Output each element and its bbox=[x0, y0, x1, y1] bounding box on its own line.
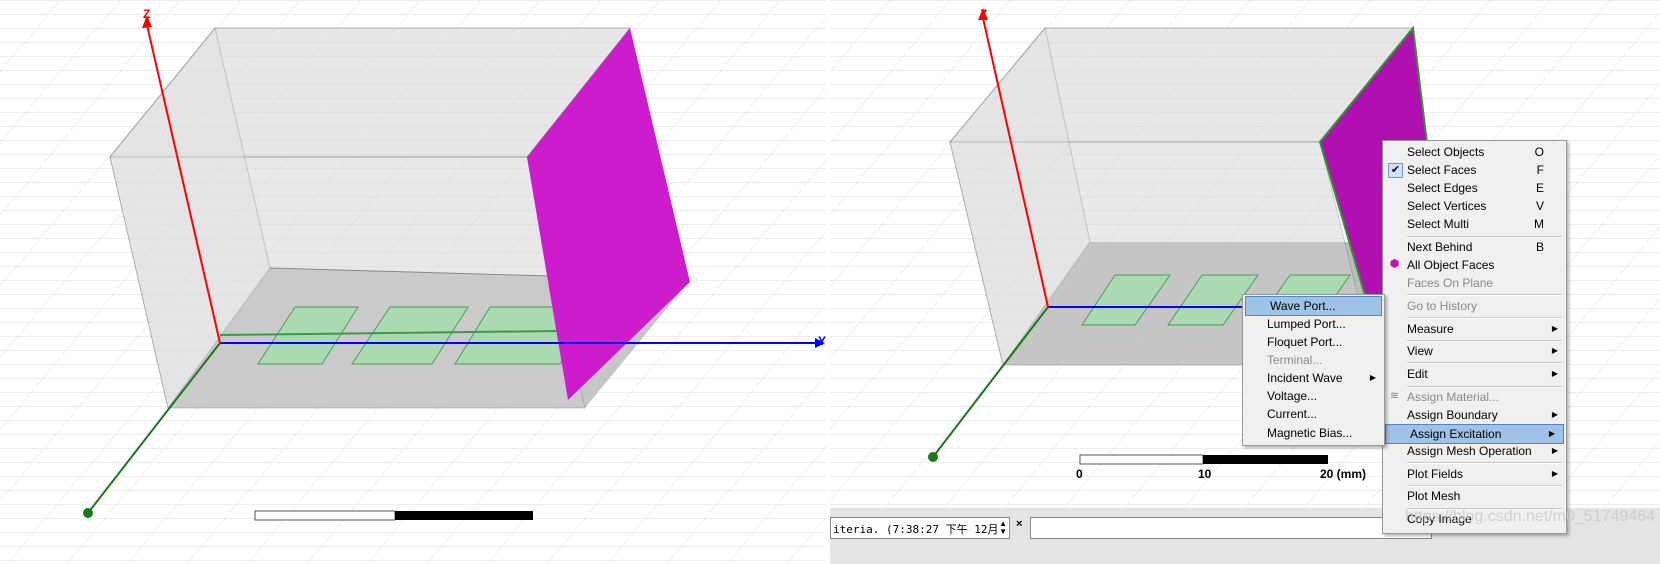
shortcut-key: O bbox=[1534, 145, 1544, 159]
submenu-arrow-icon: ▶ bbox=[1551, 446, 1558, 455]
menu-item-measure[interactable]: Measure ▶ bbox=[1383, 320, 1566, 338]
menu-item-next-behind[interactable]: Next Behind B bbox=[1383, 238, 1566, 256]
menu-item-label: Assign Material... bbox=[1407, 390, 1500, 404]
menu-item-label: Assign Excitation bbox=[1410, 427, 1502, 441]
left-3d-viewport[interactable]: Z Y bbox=[0, 0, 826, 564]
menu-item-label: All Object Faces bbox=[1407, 258, 1495, 272]
command-input[interactable] bbox=[1030, 517, 1432, 539]
menu-item-edit[interactable]: Edit ▶ bbox=[1383, 365, 1566, 383]
menu-item-label: Select Objects bbox=[1407, 145, 1485, 159]
menu-separator bbox=[1407, 236, 1562, 238]
left-scene bbox=[0, 0, 826, 564]
menu-item-wave-port[interactable]: Wave Port... bbox=[1245, 296, 1382, 316]
menu-item-label: Select Edges bbox=[1407, 181, 1478, 195]
excitation-submenu: Wave Port... Lumped Port... Floquet Port..… bbox=[1242, 294, 1385, 446]
menu-separator bbox=[1407, 294, 1562, 296]
menu-item-assign-excitation[interactable]: Assign Excitation ▶ bbox=[1385, 424, 1564, 444]
menu-item-select-vertices[interactable]: Select Vertices V bbox=[1383, 197, 1566, 215]
menu-item-plot-mesh[interactable]: Plot Mesh bbox=[1383, 487, 1566, 505]
menu-item-label: Go to History bbox=[1407, 299, 1478, 313]
menu-item-all-object-faces[interactable]: All Object Faces ⬢ bbox=[1383, 256, 1566, 274]
submenu-arrow-icon: ▶ bbox=[1551, 324, 1558, 333]
status-message: iteria. (7:38:27 下午 12月 bbox=[833, 523, 999, 536]
shortcut-key: M bbox=[1534, 217, 1544, 231]
submenu-arrow-icon: ▶ bbox=[1548, 429, 1555, 438]
menu-separator bbox=[1407, 386, 1562, 388]
menu-item-label: Faces On Plane bbox=[1407, 276, 1494, 290]
menu-item-label: Plot Mesh bbox=[1407, 489, 1461, 503]
face-cube-icon: ⬢ bbox=[1389, 258, 1400, 270]
menu-item-assign-material[interactable]: Assign Material... ≋ bbox=[1383, 388, 1566, 406]
menu-item-faces-on-plane[interactable]: Faces On Plane bbox=[1383, 274, 1566, 292]
submenu-arrow-icon: ▶ bbox=[1369, 373, 1376, 382]
menu-item-magnetic-bias[interactable]: Magnetic Bias... bbox=[1243, 424, 1384, 442]
scale-bar-white bbox=[254, 510, 396, 521]
submenu-arrow-icon: ▶ bbox=[1551, 369, 1558, 378]
menu-item-label: Assign Mesh Operation bbox=[1407, 444, 1532, 458]
menu-item-label: Plot Fields bbox=[1407, 467, 1464, 481]
menu-separator bbox=[1407, 485, 1562, 487]
close-icon[interactable]: × bbox=[1016, 518, 1022, 530]
menu-separator bbox=[1407, 340, 1562, 342]
scale-bar-black bbox=[395, 511, 533, 520]
shortcut-key: E bbox=[1535, 181, 1544, 195]
submenu-arrow-icon: ▶ bbox=[1551, 346, 1558, 355]
material-icon: ≋ bbox=[1389, 390, 1400, 402]
z-axis-label: Z bbox=[143, 7, 151, 21]
submenu-arrow-icon: ▶ bbox=[1551, 469, 1558, 478]
menu-item-label: Voltage... bbox=[1267, 389, 1318, 403]
menu-item-go-to-history[interactable]: Go to History bbox=[1383, 297, 1566, 315]
menu-item-label: Next Behind bbox=[1407, 240, 1473, 254]
menu-item-label: Measure bbox=[1407, 322, 1454, 336]
menu-separator bbox=[1407, 362, 1562, 364]
patch-array bbox=[257, 306, 596, 365]
menu-item-label: Select Faces bbox=[1407, 163, 1477, 177]
menu-item-label: Assign Boundary bbox=[1407, 408, 1498, 422]
y-axis-label: Y bbox=[818, 334, 826, 348]
menu-item-current[interactable]: Current... bbox=[1243, 405, 1384, 423]
menu-item-view[interactable]: View ▶ bbox=[1383, 342, 1566, 360]
menu-separator bbox=[1407, 317, 1562, 319]
shortcut-key: F bbox=[1536, 163, 1544, 177]
menu-item-assign-boundary[interactable]: Assign Boundary ▶ bbox=[1383, 406, 1566, 424]
scale-label-0: 0 bbox=[1076, 467, 1083, 481]
menu-item-select-multi[interactable]: Select Multi M bbox=[1383, 215, 1566, 233]
message-field[interactable]: iteria. (7:38:27 下午 12月 ▲ ▼ bbox=[830, 517, 1010, 539]
menu-item-voltage[interactable]: Voltage... bbox=[1243, 387, 1384, 405]
menu-item-assign-mesh-operation[interactable]: Assign Mesh Operation ▶ bbox=[1383, 442, 1566, 460]
menu-item-plot-fields[interactable]: Plot Fields ▶ bbox=[1383, 465, 1566, 483]
menu-item-label: Magnetic Bias... bbox=[1267, 426, 1353, 440]
context-menu: Select Objects O Select Faces F ✔ Select Edge… bbox=[1382, 140, 1567, 534]
menu-item-lumped-port[interactable]: Lumped Port... bbox=[1243, 315, 1384, 333]
menu-item-label: Terminal... bbox=[1267, 353, 1323, 367]
menu-item-label: Wave Port... bbox=[1270, 299, 1336, 313]
menu-item-select-edges[interactable]: Select Edges E bbox=[1383, 179, 1566, 197]
menu-item-label: Select Multi bbox=[1407, 217, 1470, 231]
shortcut-key: V bbox=[1535, 199, 1544, 213]
submenu-arrow-icon: ▶ bbox=[1551, 410, 1558, 419]
menu-item-terminal[interactable]: Terminal... bbox=[1243, 351, 1384, 369]
menu-item-label: Floquet Port... bbox=[1267, 335, 1343, 349]
menu-item-label: Incident Wave bbox=[1267, 371, 1343, 385]
menu-item-incident-wave[interactable]: Incident Wave ▶ bbox=[1243, 369, 1384, 387]
watermark: https://blog.csdn.net/m0_51749464 bbox=[1405, 508, 1655, 525]
menu-separator bbox=[1407, 462, 1562, 464]
menu-item-select-faces[interactable]: Select Faces F ✔ bbox=[1383, 161, 1566, 179]
z-axis-label: Z bbox=[980, 7, 988, 21]
menu-item-label: Current... bbox=[1267, 407, 1318, 421]
scale-label-10: 10 bbox=[1198, 467, 1212, 481]
menu-item-label: Edit bbox=[1407, 367, 1428, 381]
menu-item-label: Select Vertices bbox=[1407, 199, 1487, 213]
check-icon: ✔ bbox=[1388, 163, 1403, 178]
menu-item-label: View bbox=[1407, 344, 1433, 358]
shortcut-key: B bbox=[1535, 240, 1544, 254]
scale-label-20: 20 (mm) bbox=[1320, 467, 1367, 481]
menu-item-label: Lumped Port... bbox=[1267, 317, 1346, 331]
menu-item-floquet-port[interactable]: Floquet Port... bbox=[1243, 333, 1384, 351]
menu-item-select-objects[interactable]: Select Objects O bbox=[1383, 143, 1566, 161]
spinner-icon[interactable]: ▲ ▼ bbox=[999, 520, 1007, 536]
